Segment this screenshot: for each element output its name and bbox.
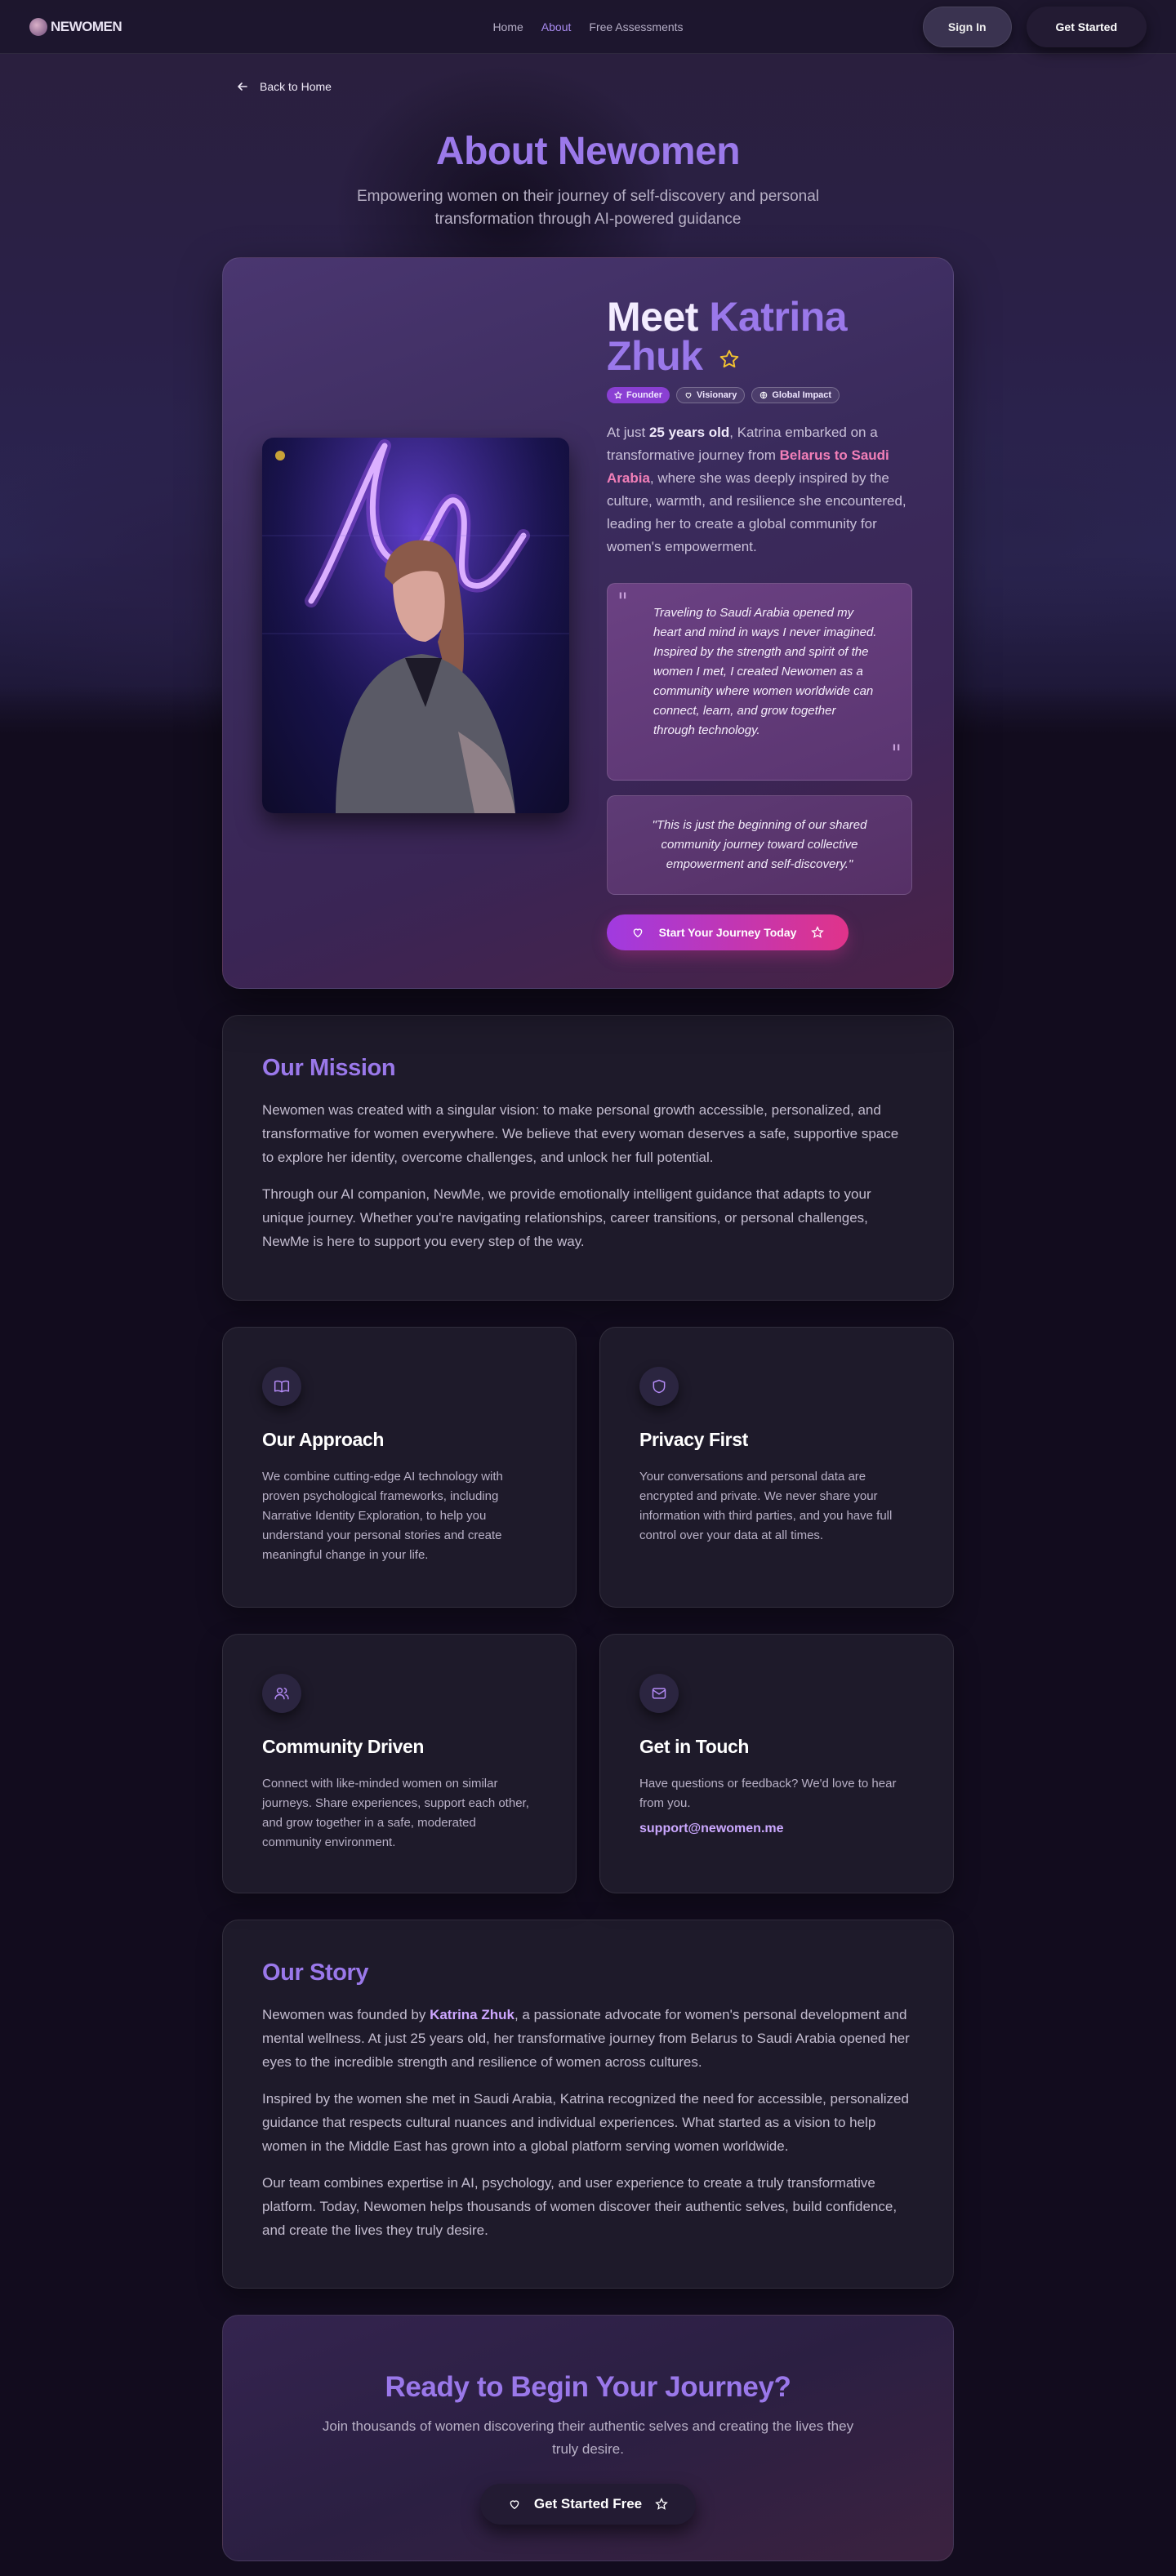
feature-card-community: Community Driven Connect with like-minde…: [222, 1634, 577, 1893]
feature-text: Your conversations and personal data are…: [639, 1470, 893, 1542]
cta-title: Ready to Begin Your Journey?: [385, 2371, 791, 2403]
globe-icon: [760, 391, 768, 399]
get-started-free-button[interactable]: Get Started Free: [480, 2484, 696, 2525]
badge-label: Visionary: [697, 390, 737, 400]
founder-heading: Meet Katrina Zhuk: [607, 294, 917, 379]
users-icon: [274, 1688, 289, 1700]
mail-icon: [652, 1688, 666, 1699]
intro-suffix: , where she was deeply inspired by the c…: [607, 470, 906, 554]
story-paragraph: Newomen was founded by Katrina Zhuk, a p…: [262, 2003, 914, 2074]
badge-founder: Founder: [607, 387, 670, 403]
logo-text: NEWOMEN: [51, 18, 122, 34]
features-grid: Community Driven Connect with like-minde…: [222, 1634, 954, 1893]
start-journey-label: Start Your Journey Today: [658, 926, 797, 939]
story-paragraph: Inspired by the women she met in Saudi A…: [262, 2091, 909, 2154]
badge-label: Global Impact: [772, 390, 832, 400]
get-started-button[interactable]: Get Started: [1026, 6, 1147, 47]
page-header: About Newomen Empowering women on their …: [0, 54, 1176, 231]
heart-icon: [633, 928, 642, 938]
badge-label: Founder: [626, 390, 662, 400]
cta-subtitle: Join thousands of women discovering thei…: [322, 2418, 854, 2457]
heart-icon: [685, 393, 692, 398]
star-icon: [719, 349, 739, 367]
page-subtitle: Empowering women on their journey of sel…: [356, 188, 820, 228]
story-paragraph: Our team combines expertise in AI, psych…: [262, 2175, 898, 2238]
top-navigation: NEWOMEN Home About Free Assessments Sign…: [0, 0, 1176, 54]
feature-title: Privacy First: [639, 1429, 748, 1450]
founder-quote-text: Traveling to Saudi Arabia opened my hear…: [653, 606, 877, 737]
shield-icon: [653, 1379, 666, 1394]
feature-text: Connect with like-minded women on simila…: [262, 1777, 529, 1849]
founder-last-name: Zhuk: [607, 333, 703, 379]
badge-global-impact: Global Impact: [751, 387, 840, 403]
mission-paragraph: Through our AI companion, NewMe, we prov…: [262, 1186, 871, 1249]
community-quote-text: "This is just the beginning of our share…: [652, 818, 867, 871]
start-journey-button[interactable]: Start Your Journey Today: [607, 914, 849, 950]
founder-quote: " Traveling to Saudi Arabia opened my he…: [607, 583, 912, 781]
community-quote: "This is just the beginning of our share…: [607, 795, 912, 895]
nav-links: Home About Free Assessments: [492, 20, 683, 33]
nav-link-about[interactable]: About: [541, 20, 572, 33]
mission-paragraph: Newomen was created with a singular visi…: [262, 1102, 899, 1165]
support-email-link[interactable]: support@newomen.me: [639, 1822, 914, 1836]
close-quote-icon: ": [891, 740, 902, 767]
feature-text: Have questions or feedback? We'd love to…: [639, 1777, 897, 1810]
story-prefix: Newomen was founded by: [262, 2007, 430, 2022]
founder-badges: Founder Visionary Global Impact: [607, 387, 917, 403]
heart-icon: [510, 2500, 519, 2510]
feature-card-contact: Get in Touch Have questions or feedback?…: [599, 1634, 954, 1893]
star-icon: [614, 391, 622, 399]
feature-card-approach: Our Approach We combine cutting-edge AI …: [222, 1327, 577, 1608]
feature-title: Our Approach: [262, 1429, 384, 1450]
book-open-icon: [274, 1380, 290, 1393]
feature-text: We combine cutting-edge AI technology wi…: [262, 1470, 503, 1562]
cta-section: Ready to Begin Your Journey? Join thousa…: [222, 2315, 954, 2561]
open-quote-icon: ": [617, 588, 628, 615]
story-founder-name: Katrina Zhuk: [430, 2007, 514, 2022]
get-started-free-label: Get Started Free: [533, 2496, 643, 2511]
founder-card: Meet Katrina Zhuk Founder Visionary Glob…: [222, 257, 954, 989]
founder-intro-text: At just 25 years old, Katrina embarked o…: [607, 421, 917, 558]
feature-icon-wrap: [262, 1674, 301, 1713]
intro-age: 25 years old: [648, 425, 730, 440]
founder-portrait-illustration: [262, 438, 569, 813]
nav-link-home[interactable]: Home: [492, 20, 523, 33]
star-icon: [811, 926, 825, 938]
logo[interactable]: NEWOMEN: [29, 17, 122, 36]
founder-photo: [262, 438, 569, 813]
feature-icon-wrap: [262, 1367, 301, 1406]
intro-prefix: At just: [607, 425, 649, 440]
feature-icon-wrap: [639, 1367, 679, 1406]
arrow-left-icon: [238, 82, 247, 91]
back-to-home-link[interactable]: Back to Home: [237, 80, 332, 93]
badge-visionary: Visionary: [676, 387, 746, 403]
mission-title: Our Mission: [262, 1055, 396, 1081]
story-section: Our Story Newomen was founded by Katrina…: [222, 1920, 954, 2289]
founder-intro: Meet Katrina Zhuk Founder Visionary Glob…: [607, 294, 917, 950]
feature-icon-wrap: [639, 1674, 679, 1713]
back-link-label: Back to Home: [260, 80, 332, 93]
features-grid: Our Approach We combine cutting-edge AI …: [222, 1327, 954, 1608]
mission-section: Our Mission Newomen was created with a s…: [222, 1015, 954, 1301]
feature-title: Get in Touch: [639, 1736, 750, 1757]
star-icon: [655, 2498, 668, 2510]
sign-in-button[interactable]: Sign In: [922, 6, 1012, 47]
nav-link-free-assessments[interactable]: Free Assessments: [589, 20, 683, 33]
camera-dot-icon: [275, 451, 285, 460]
feature-card-privacy: Privacy First Your conversations and per…: [599, 1327, 954, 1608]
story-title: Our Story: [262, 1960, 369, 1986]
feature-title: Community Driven: [262, 1736, 425, 1757]
founder-first-name: Katrina: [709, 294, 848, 340]
nav-actions: Sign In Get Started: [922, 6, 1147, 47]
logo-mark-icon: [29, 17, 47, 36]
page-title: About Newomen: [435, 130, 741, 173]
